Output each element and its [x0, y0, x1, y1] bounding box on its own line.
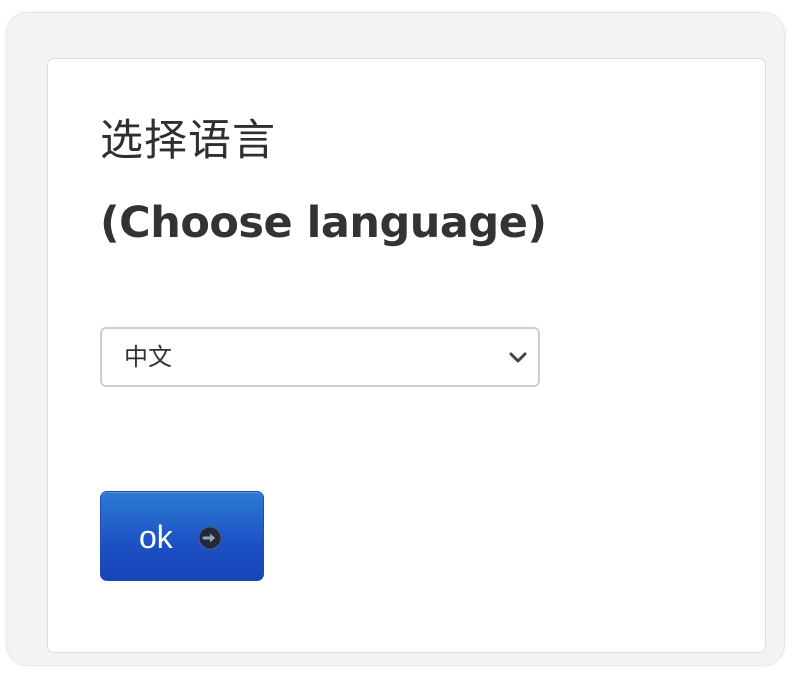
language-select[interactable]: 中文	[100, 327, 540, 387]
ok-button[interactable]: ok	[100, 491, 264, 581]
chevron-down-icon	[509, 352, 527, 363]
arrow-right-circle-icon	[198, 526, 222, 550]
page-title-chinese: 选择语言	[100, 116, 276, 166]
ok-button-label: ok	[139, 519, 173, 555]
page-title-english: (Choose language)	[100, 198, 547, 248]
language-select-value: 中文	[124, 343, 172, 371]
